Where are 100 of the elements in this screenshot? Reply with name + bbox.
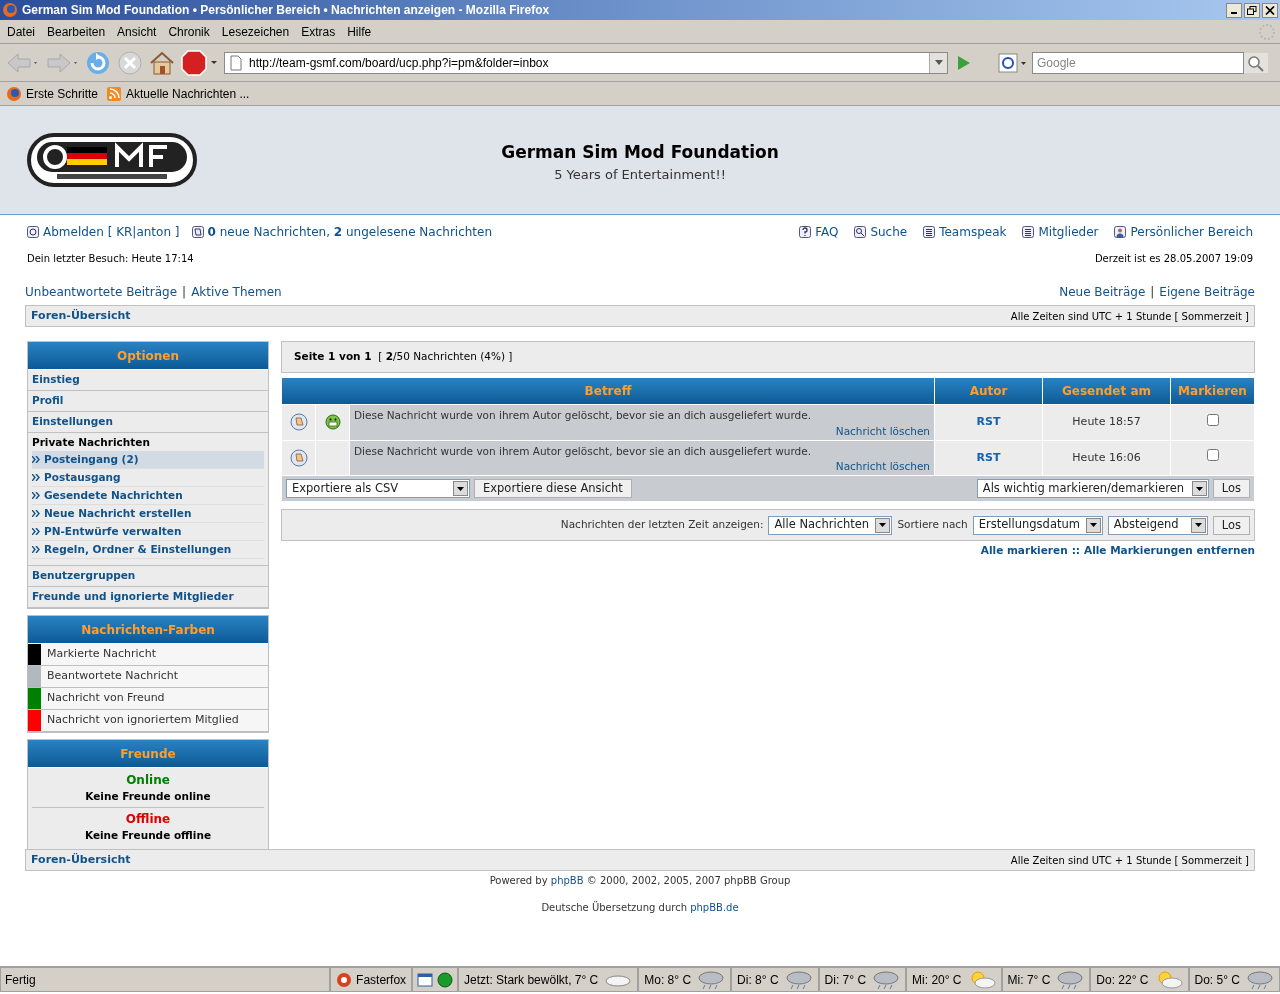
- delete-message-link[interactable]: Nachricht löschen: [835, 459, 930, 475]
- quick-link[interactable]: Neue Beiträge: [1059, 283, 1146, 301]
- double-chevron-icon: [32, 510, 40, 517]
- rain-cloud-icon: [1246, 969, 1274, 990]
- grinning-face-icon: [324, 414, 341, 430]
- list-icon: [1022, 226, 1035, 238]
- quick-link[interactable]: Eigene Beiträge: [1159, 283, 1255, 301]
- nav-link[interactable]: Teamspeak: [923, 223, 1007, 241]
- menu-item[interactable]: Ansicht: [112, 22, 162, 41]
- export-format-select[interactable]: Exportiere als CSV: [286, 479, 470, 498]
- menu-link[interactable]: Einstellungen: [28, 412, 268, 433]
- panel-header: Optionen: [28, 342, 268, 370]
- bookmark[interactable]: Erste Schritte: [6, 84, 99, 103]
- search-icon: [854, 226, 867, 238]
- weather-item[interactable]: Do: 22° C: [1090, 967, 1189, 992]
- menu-item[interactable]: Extras: [296, 22, 341, 41]
- timezone-text: Alle Zeiten sind UTC + 1 Stunde [ Sommerzeit ]: [1010, 853, 1249, 868]
- dropdown-icon: [1195, 486, 1203, 491]
- separator-text: |: [182, 284, 187, 301]
- dropdown-icon: [457, 486, 464, 491]
- menu-item[interactable]: Chronik: [163, 22, 215, 41]
- site-title: German Sim Mod Foundation: [501, 140, 779, 164]
- mark-link[interactable]: Alle markieren: [980, 543, 1068, 559]
- dropdown-icon[interactable]: [934, 60, 943, 65]
- bookmark[interactable]: Aktuelle Nachrichten ...: [106, 84, 250, 103]
- menu-link[interactable]: Einstieg: [28, 370, 268, 391]
- order-select[interactable]: Absteigend: [1107, 515, 1208, 535]
- list-icon: [923, 226, 936, 238]
- double-chevron-icon: [32, 456, 40, 463]
- separator-text: |: [1150, 284, 1155, 301]
- weather-item[interactable]: Jetzt: Stark bewölkt, 7° C: [458, 967, 639, 992]
- site-description: 5 Years of Entertainment!!: [554, 166, 726, 184]
- menu-link[interactable]: Benutzergruppen: [28, 566, 268, 587]
- stop-sign-icon[interactable]: [180, 48, 220, 77]
- quick-link[interactable]: Unbeantwortete Beiträge: [25, 283, 178, 301]
- weather-item[interactable]: Mi: 20° C: [906, 967, 1002, 992]
- author-link[interactable]: RST: [934, 440, 1043, 476]
- date-cell: Heute 16:06: [1042, 440, 1171, 476]
- weather-item[interactable]: Mi: 7° C: [1001, 967, 1091, 992]
- pagination-text: Seite 1 von 1 [ 2/50 Nachrichten (4%) ]: [294, 349, 513, 365]
- minimize-button[interactable]: [1226, 2, 1242, 18]
- submenu-item[interactable]: Posteingang (2): [32, 451, 264, 469]
- quick-link[interactable]: Aktive Themen: [191, 283, 282, 301]
- delete-message-link[interactable]: Nachricht löschen: [835, 423, 930, 440]
- double-chevron-icon: [32, 528, 40, 535]
- menu-link[interactable]: Freunde und ignorierte Mitglieder: [28, 587, 268, 608]
- double-chevron-icon: [32, 474, 40, 481]
- logout-link[interactable]: Abmelden [ KR|anton ]: [27, 223, 180, 241]
- nav-link[interactable]: Suche: [854, 223, 908, 241]
- breadcrumb-link[interactable]: Foren-Übersicht: [31, 307, 131, 325]
- legend-label: Nachricht von ignoriertem Mitglied: [47, 712, 239, 729]
- export-button[interactable]: Exportiere diese Ansicht: [474, 479, 632, 498]
- messages-link[interactable]: 0 neue Nachrichten, 2 ungelesene Nachrichten: [207, 223, 493, 241]
- weather-item[interactable]: Do: 5° C: [1188, 967, 1280, 992]
- status-addon[interactable]: Fasterfox: [330, 967, 413, 992]
- window-icon: [417, 971, 434, 988]
- nav-link[interactable]: Mitglieder: [1022, 223, 1099, 241]
- menu-item[interactable]: Lesezeichen: [216, 22, 295, 41]
- address-bar[interactable]: http://team-gsmf.com/board/ucp.php?i=pm&folder=inbox: [224, 51, 948, 74]
- checkbox[interactable]: [1206, 449, 1219, 461]
- timezone-text: Alle Zeiten sind UTC + 1 Stunde [ Sommerzeit ]: [1010, 309, 1249, 324]
- nav-link[interactable]: FAQ: [799, 223, 839, 241]
- online-status: Keine Freunde online: [32, 789, 264, 808]
- credit-link[interactable]: phpBB.de: [690, 902, 739, 913]
- message-subject: Diese Nachricht wurde von ihrem Autor gelöscht, bevor sie an dich ausgeliefert wurde.: [354, 443, 813, 459]
- menu-item[interactable]: Hilfe: [342, 22, 377, 41]
- credit-text: Deutsche Übersetzung durch phpBB.de: [541, 902, 739, 913]
- close-button[interactable]: [1262, 2, 1278, 18]
- user-icon: [1114, 226, 1127, 238]
- sort-select[interactable]: Erstellungsdatum: [972, 515, 1103, 535]
- search-icon[interactable]: [1244, 52, 1268, 73]
- rain-cloud-icon: [784, 969, 813, 990]
- credit-link[interactable]: phpBB: [550, 875, 584, 886]
- mark-link[interactable]: Alle Markierungen entfernen: [1084, 543, 1255, 559]
- nav-link[interactable]: Persönlicher Bereich: [1114, 223, 1253, 241]
- restore-button[interactable]: [1244, 2, 1260, 18]
- last-visit-text: Dein letzter Besuch: Heute 17:14: [27, 251, 194, 266]
- breadcrumb-link[interactable]: Foren-Übersicht: [31, 851, 131, 869]
- rss-icon: [106, 85, 123, 102]
- panel-header: Nachrichten-Farben: [28, 616, 268, 644]
- menu-item[interactable]: Datei: [2, 22, 40, 41]
- menu-item[interactable]: Bearbeiten: [42, 22, 111, 41]
- mark-action-select[interactable]: Als wichtig markieren/demarkieren: [976, 479, 1209, 498]
- column-header: Betreff: [281, 377, 935, 405]
- column-header: Autor: [934, 377, 1043, 405]
- weather-item[interactable]: Di: 7° C: [818, 967, 907, 992]
- rain-cloud-icon: [697, 969, 726, 990]
- checkbox[interactable]: [1206, 413, 1219, 426]
- menu-link[interactable]: Profil: [28, 391, 268, 412]
- period-select[interactable]: Alle Nachrichten: [768, 515, 893, 535]
- search-field[interactable]: Google: [1032, 51, 1244, 74]
- credit-text: Powered by phpBB © 2000, 2002, 2005, 2007 phpBB Group: [489, 875, 791, 886]
- go-button[interactable]: Los: [1212, 515, 1250, 535]
- go-button[interactable]: Los: [1212, 479, 1250, 498]
- weather-item[interactable]: Di: 8° C: [731, 967, 819, 992]
- weather-item[interactable]: Mo: 8° C: [638, 967, 732, 992]
- section-heading: Private Nachrichten: [32, 435, 151, 451]
- author-link[interactable]: RST: [934, 404, 1043, 440]
- window-title: German Sim Mod Foundation • Persönlicher Bereich • Nachrichten anzeigen - Mozilla Firefox: [22, 2, 551, 19]
- dropdown-icon: [1194, 523, 1202, 527]
